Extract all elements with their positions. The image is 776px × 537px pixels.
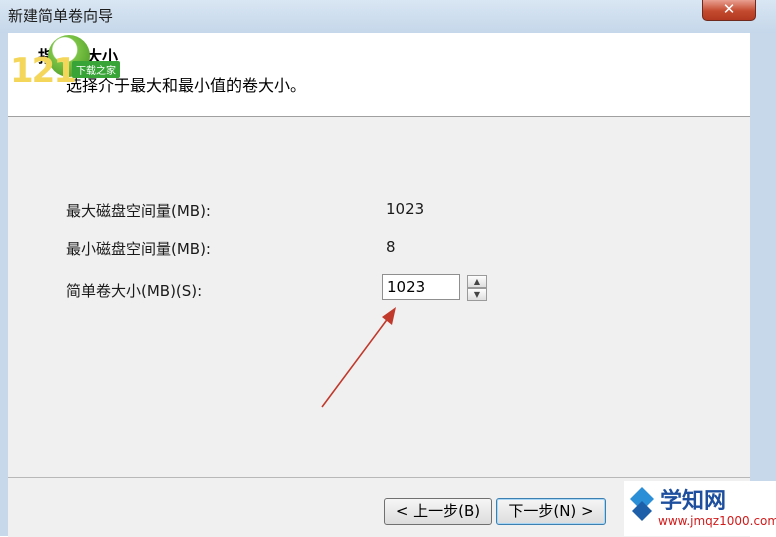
wizard-header: 指定卷大小 选择介于最大和最小值的卷大小。 121 下载之家 (8, 33, 750, 117)
site-logo-watermark: 121 下载之家 (10, 35, 140, 115)
min-space-label: 最小磁盘空间量(MB): (66, 240, 211, 258)
logo-tag: 下载之家 (72, 61, 120, 78)
watermark-name: 学知网 (660, 489, 727, 514)
spin-up-button[interactable]: ▲ (467, 275, 487, 288)
back-button[interactable]: < 上一步(B) (384, 498, 492, 525)
watermark-logo-icon (630, 487, 654, 521)
spin-down-button[interactable]: ▼ (467, 288, 487, 301)
site-watermark: 学知网 www.jmqz1000.com (624, 481, 776, 536)
logo-number: 121 (10, 51, 77, 91)
title-bar: 新建简单卷向导 ✕ (0, 0, 776, 34)
window-frame-right (750, 33, 776, 536)
watermark-url: www.jmqz1000.com (658, 514, 776, 528)
annotation-arrow-icon (321, 307, 396, 408)
volume-size-label: 简单卷大小(MB)(S): (66, 282, 203, 300)
chevron-up-icon: ▲ (473, 277, 481, 286)
next-button[interactable]: 下一步(N) > (496, 498, 606, 525)
chevron-down-icon: ▼ (473, 290, 481, 299)
window-frame-left (0, 33, 8, 536)
close-button[interactable]: ✕ (702, 0, 756, 21)
window-title: 新建简单卷向导 (8, 7, 114, 25)
max-space-label: 最大磁盘空间量(MB): (66, 202, 211, 220)
wizard-body: 最大磁盘空间量(MB): 1023 最小磁盘空间量(MB): 8 简单卷大小(M… (8, 117, 750, 477)
min-space-value: 8 (386, 238, 396, 256)
max-space-value: 1023 (386, 200, 425, 218)
close-icon: ✕ (722, 0, 736, 18)
